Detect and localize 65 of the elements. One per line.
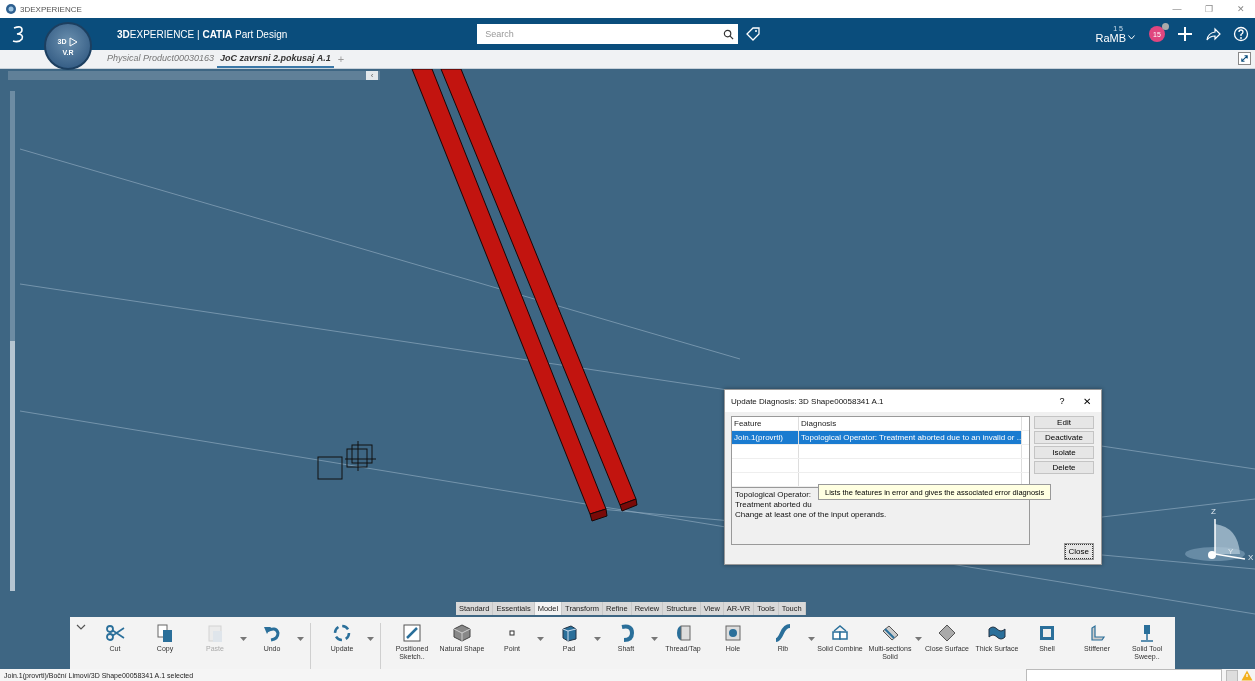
caret-icon	[915, 637, 922, 642]
play-icon	[68, 36, 79, 47]
caret-icon	[594, 637, 601, 642]
scissors-icon	[105, 623, 125, 643]
s-curve-icon	[773, 623, 793, 643]
caret-icon[interactable]	[76, 623, 86, 631]
tag-icon[interactable]	[746, 27, 761, 41]
sketch-pencil-icon	[402, 623, 422, 643]
copy-pages-icon	[155, 623, 175, 643]
caret-icon	[808, 637, 815, 642]
caret-icon	[537, 637, 544, 642]
caret-icon	[367, 637, 374, 642]
document-tab[interactable]: Physical Product00030163	[104, 50, 218, 68]
feature-list[interactable]: Feature Diagnosis Join.1(provrti) Topological Operator: Treatment aborted due to an invalid or ...	[731, 416, 1030, 488]
dialog-button[interactable]: Deactivate	[1034, 431, 1094, 444]
axis-triad-drawing	[1185, 518, 1246, 561]
caret-icon	[297, 637, 304, 642]
dialog-button[interactable]: Edit	[1034, 416, 1094, 429]
wireframe-squares-drawing	[317, 440, 377, 480]
app-title: 3DEXPERIENCE | CATIA Part Design	[117, 28, 288, 40]
wedge-icon	[880, 623, 900, 643]
cube-icon	[452, 623, 472, 643]
share-arrow-icon[interactable]	[1205, 26, 1221, 42]
shell-box-icon	[1037, 623, 1057, 643]
close-button[interactable]: ✕	[1073, 395, 1101, 407]
message-text: Treatment aborted du	[735, 500, 812, 510]
minimize-button[interactable]: —	[1163, 4, 1191, 14]
column-header: Feature	[732, 417, 799, 430]
axis-label: Z	[1211, 507, 1216, 516]
dialog-title: Update Diagnosis: 3D Shape00058341 A.1	[731, 396, 884, 406]
search-icon	[722, 28, 734, 40]
restore-button[interactable]: ❐	[1195, 4, 1223, 14]
hole-icon	[723, 623, 743, 643]
column-header: Diagnosis	[799, 417, 1022, 430]
caret-icon	[240, 637, 247, 642]
circular-arrows-icon	[332, 623, 352, 643]
caret-icon	[1128, 35, 1135, 40]
stacked-boxes-icon	[830, 623, 850, 643]
axis-label: X	[1248, 553, 1254, 562]
search-field[interactable]: Search	[477, 24, 719, 44]
close-button[interactable]: Close	[1064, 544, 1093, 559]
collapse-panel-button[interactable]: ‹	[366, 71, 378, 80]
search-button[interactable]	[718, 24, 739, 44]
user-menu[interactable]: RaMB	[1095, 31, 1135, 44]
fit-view-button[interactable]	[1238, 52, 1251, 65]
help-button[interactable]: ?	[1051, 396, 1073, 406]
dialog-button[interactable]: Isolate	[1034, 446, 1094, 459]
message-text: Topological Operator:	[735, 490, 812, 500]
plus-icon[interactable]	[1177, 26, 1193, 42]
table-cell[interactable]: Join.1(provrti)	[732, 431, 799, 444]
diamond-shape-icon	[937, 623, 957, 643]
scrollbar-thumb[interactable]	[10, 341, 15, 591]
dialog-button[interactable]: Delete	[1034, 461, 1094, 474]
scrollbar[interactable]	[10, 91, 15, 591]
app-logo-icon	[6, 4, 16, 14]
box-icon	[559, 623, 579, 643]
caret-icon	[651, 637, 658, 642]
clipboard-icon	[205, 623, 225, 643]
table-cell[interactable]: Topological Operator: Treatment aborted due to an invalid or ...	[799, 431, 1022, 444]
window-title: 3DEXPERIENCE	[20, 4, 82, 14]
wave-surface-icon	[987, 623, 1007, 643]
message-text: Change at least one of the input operands.	[735, 510, 887, 520]
diagonal-arrows-icon	[1240, 54, 1249, 63]
close-button[interactable]: ✕	[1227, 4, 1255, 14]
help-icon[interactable]	[1233, 26, 1249, 42]
